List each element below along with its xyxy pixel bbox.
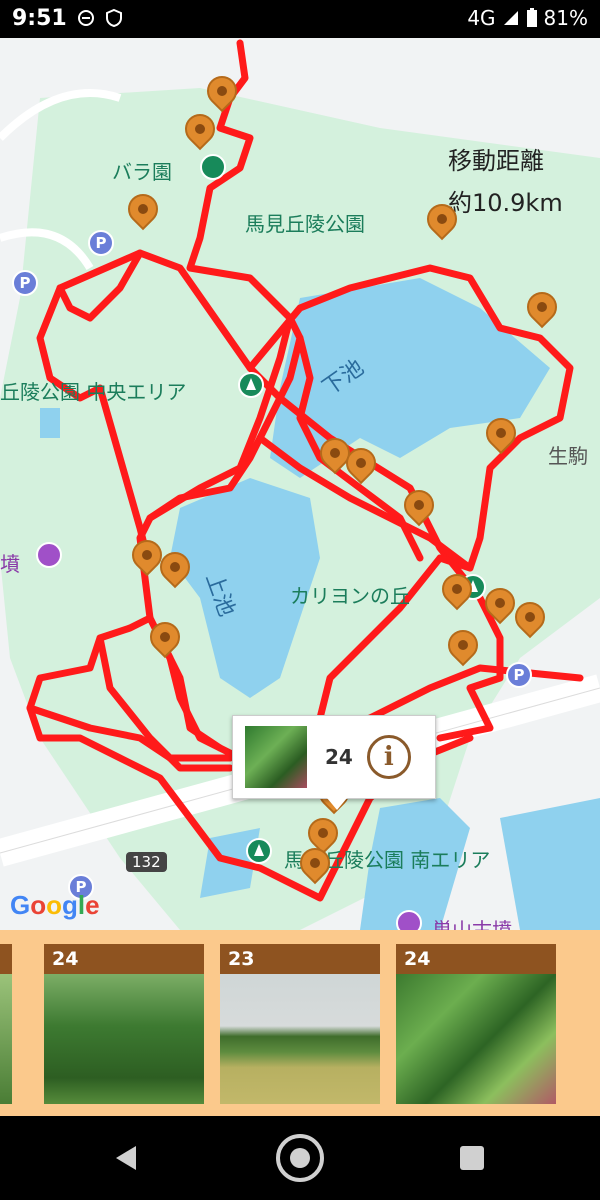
photo-thumbnail[interactable] (396, 974, 556, 1104)
photo-card[interactable]: 24 (396, 944, 556, 1104)
parking-icon[interactable]: P (12, 270, 38, 296)
distance-value: 約10.9km (448, 189, 563, 217)
photo-pin[interactable] (153, 545, 197, 594)
photo-pin[interactable] (293, 841, 337, 890)
home-icon[interactable] (276, 1134, 324, 1182)
photo-card[interactable]: 24 (44, 944, 204, 1104)
historic-site-icon[interactable] (36, 542, 62, 568)
clock: 9:51 (12, 6, 67, 31)
label-park-name: 馬見丘陵公園 (245, 212, 365, 236)
distance-readout: 移動距離 約10.9km (448, 140, 588, 224)
network-type: 4G (467, 6, 496, 30)
photo-card-count: 23 (220, 944, 380, 974)
photo-card[interactable] (0, 944, 12, 1104)
distance-label: 移動距離 (448, 147, 544, 175)
info-icon[interactable]: i (366, 735, 411, 779)
flower-garden-icon[interactable] (200, 154, 226, 180)
status-bar: 9:51 4G 81% (0, 0, 600, 38)
photo-pin[interactable] (441, 623, 485, 672)
photo-pin[interactable] (508, 595, 552, 644)
photo-card[interactable]: 23 (220, 944, 380, 1104)
label-tomb-left: 墳 (0, 552, 20, 576)
photo-thumbnail[interactable] (44, 974, 204, 1104)
label-central-area: 丘陵公園 中央エリア (0, 380, 187, 404)
photo-pin[interactable] (339, 441, 383, 490)
road-shield-132: 132 (126, 852, 167, 872)
photo-pin[interactable] (200, 69, 244, 118)
parking-icon[interactable]: P (506, 662, 532, 688)
photo-pin[interactable] (520, 285, 564, 334)
google-logo: Google (10, 890, 100, 920)
photo-pin[interactable] (121, 187, 165, 236)
photo-thumbnail[interactable] (0, 974, 12, 1104)
label-ikoma: 生駒 (548, 444, 588, 468)
data-saver-icon (78, 10, 94, 26)
photo-info-popup[interactable]: 24 i (232, 715, 436, 810)
photo-pin[interactable] (420, 197, 464, 246)
photo-pin[interactable] (125, 533, 169, 582)
photo-pin[interactable] (178, 107, 222, 156)
label-rose-garden: バラ園 (112, 160, 172, 184)
park-tree-icon[interactable] (238, 372, 264, 398)
signal-icon (503, 11, 518, 25)
label-carillon-hill: カリヨンの丘 (290, 584, 410, 608)
popup-photo-thumbnail[interactable] (245, 726, 307, 788)
label-tomb-bottom: 巣山古墳 (432, 918, 512, 930)
photo-pin[interactable] (435, 567, 479, 616)
back-icon[interactable] (116, 1146, 136, 1170)
battery-icon (526, 8, 537, 27)
shield-icon (106, 8, 122, 28)
historic-site-icon[interactable] (396, 910, 422, 930)
park-tree-icon[interactable] (246, 838, 272, 864)
photo-strip[interactable]: 24 23 24 (0, 930, 600, 1116)
photo-card-count: 24 (396, 944, 556, 974)
photo-pin[interactable] (479, 411, 523, 460)
photo-card-count: 24 (44, 944, 204, 974)
photo-pin[interactable] (397, 483, 441, 532)
popup-photo-count: 24 (325, 745, 353, 769)
battery-level: 81% (543, 6, 588, 30)
map-view[interactable]: バラ園 馬見丘陵公園 丘陵公園 中央エリア 下池 上池 カリヨンの丘 馬見丘陵公… (0, 38, 600, 930)
recent-apps-icon[interactable] (460, 1146, 484, 1170)
photo-pin[interactable] (478, 581, 522, 630)
photo-thumbnail[interactable] (220, 974, 380, 1104)
photo-pin[interactable] (143, 615, 187, 664)
parking-icon[interactable]: P (88, 230, 114, 256)
system-nav-bar (0, 1116, 600, 1200)
